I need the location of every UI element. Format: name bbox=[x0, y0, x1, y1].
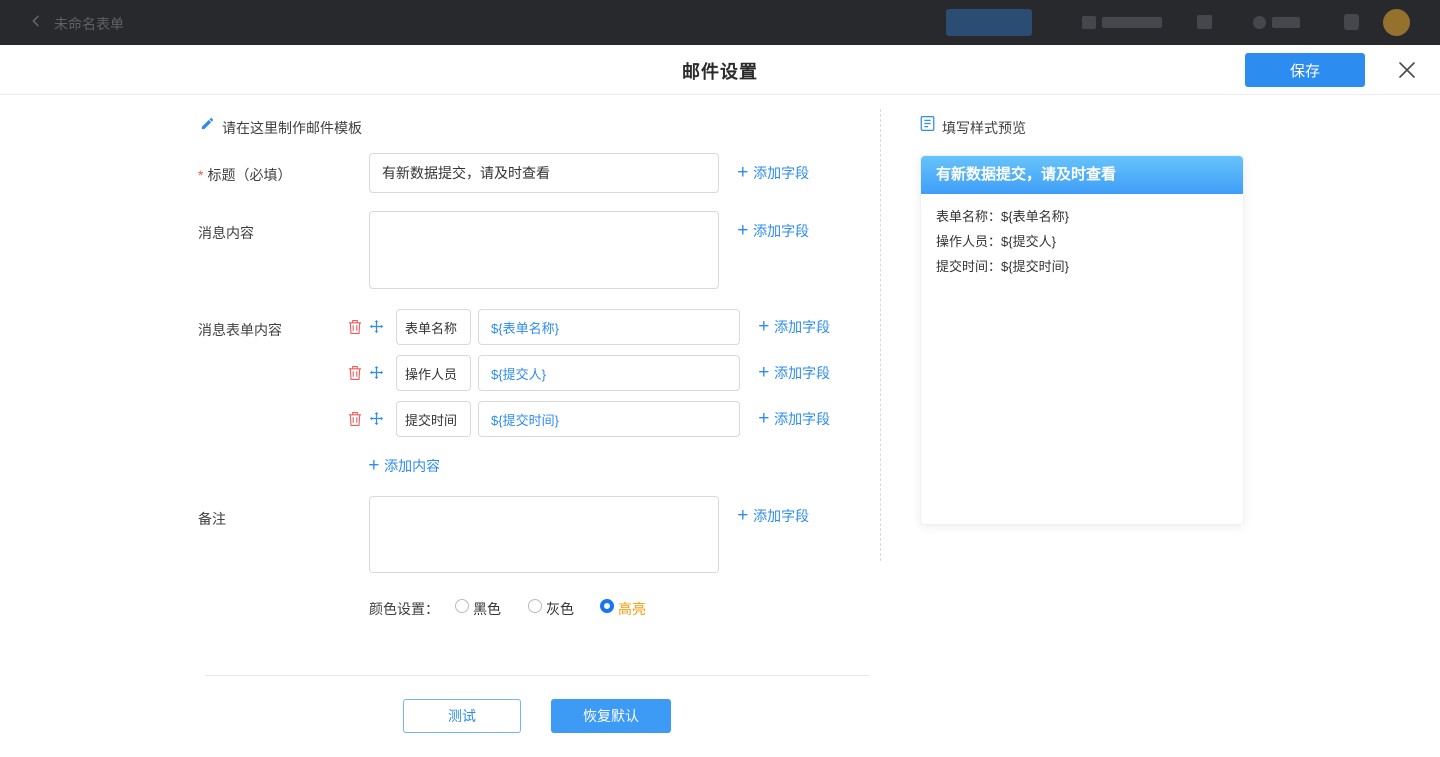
row-value-input[interactable] bbox=[478, 401, 740, 437]
preview-card-title: 有新数据提交，请及时查看 bbox=[921, 156, 1243, 194]
editor-hint: 请在这里制作邮件模板 bbox=[222, 118, 362, 138]
add-field-link[interactable]: +添加字段 bbox=[737, 506, 809, 526]
divider bbox=[205, 675, 870, 676]
title-input[interactable] bbox=[369, 153, 719, 193]
radio-gray-label[interactable]: 灰色 bbox=[546, 599, 574, 619]
form-title: 未命名表单 bbox=[54, 14, 124, 34]
preview-line: 提交时间：${提交时间} bbox=[936, 254, 1228, 279]
message-textarea[interactable] bbox=[369, 211, 719, 289]
message-field-label: 消息内容 bbox=[198, 223, 254, 243]
back-chevron-icon[interactable] bbox=[28, 13, 46, 31]
row-value-input[interactable] bbox=[478, 309, 740, 345]
form-content-label: 消息表单内容 bbox=[198, 320, 282, 340]
radio-highlight[interactable] bbox=[600, 599, 614, 613]
preview-line: 表单名称：${表单名称} bbox=[936, 204, 1228, 229]
vertical-dashed-divider bbox=[880, 109, 881, 561]
topbar-primary-button[interactable] bbox=[946, 9, 1032, 36]
menu-label-dimmed bbox=[1102, 17, 1162, 28]
topbar-menu-item[interactable] bbox=[1082, 16, 1162, 29]
menu-icon bbox=[1082, 16, 1096, 29]
preview-heading: 填写样式预览 bbox=[942, 118, 1026, 138]
plus-icon: + bbox=[737, 509, 748, 523]
move-row-icon[interactable] bbox=[369, 319, 385, 335]
help-icon bbox=[1253, 16, 1266, 29]
save-button[interactable]: 保存 bbox=[1245, 53, 1365, 87]
plus-icon: + bbox=[737, 224, 748, 238]
help-button[interactable] bbox=[1253, 16, 1300, 29]
remark-textarea[interactable] bbox=[369, 496, 719, 573]
plus-icon: + bbox=[758, 320, 769, 334]
plus-icon: + bbox=[368, 459, 379, 473]
radio-black-label[interactable]: 黑色 bbox=[473, 599, 501, 619]
plus-icon: + bbox=[737, 166, 748, 180]
plus-icon: + bbox=[758, 366, 769, 380]
title-field-label: *标题（必填） bbox=[198, 165, 291, 185]
radio-black[interactable] bbox=[455, 599, 469, 613]
close-icon[interactable] bbox=[1396, 59, 1418, 81]
add-field-link[interactable]: +添加字段 bbox=[737, 221, 809, 241]
modal-title: 邮件设置 bbox=[0, 58, 1440, 84]
topbar-icon-button[interactable] bbox=[1197, 15, 1212, 29]
avatar[interactable] bbox=[1383, 9, 1410, 36]
document-icon bbox=[920, 115, 935, 137]
preview-card-body: 表单名称：${表单名称} 操作人员：${提交人} 提交时间：${提交时间} bbox=[921, 194, 1243, 289]
add-field-link[interactable]: +添加字段 bbox=[758, 317, 830, 337]
delete-row-icon[interactable] bbox=[348, 365, 364, 381]
delete-row-icon[interactable] bbox=[348, 411, 364, 427]
pencil-icon bbox=[200, 116, 215, 136]
preview-card: 有新数据提交，请及时查看 表单名称：${表单名称} 操作人员：${提交人} 提交… bbox=[920, 155, 1244, 525]
email-settings-modal: 邮件设置 保存 请在这里制作邮件模板 *标题（必填） +添加字段 消息内容 +添… bbox=[0, 45, 1440, 757]
notification-bell-icon[interactable] bbox=[1344, 14, 1359, 30]
app-topbar: 未命名表单 bbox=[0, 0, 1440, 45]
add-field-link[interactable]: +添加字段 bbox=[758, 363, 830, 383]
delete-row-icon[interactable] bbox=[348, 319, 364, 335]
plus-icon: + bbox=[758, 412, 769, 426]
required-mark: * bbox=[198, 167, 203, 183]
restore-default-button[interactable]: 恢复默认 bbox=[551, 699, 671, 733]
row-key-input[interactable] bbox=[396, 309, 471, 345]
add-field-link[interactable]: +添加字段 bbox=[737, 163, 809, 183]
help-label-dimmed bbox=[1272, 17, 1300, 28]
color-setting-label: 颜色设置： bbox=[369, 599, 439, 619]
radio-gray[interactable] bbox=[528, 599, 542, 613]
add-content-link[interactable]: +添加内容 bbox=[368, 456, 440, 476]
remark-field-label: 备注 bbox=[198, 509, 226, 529]
row-key-input[interactable] bbox=[396, 401, 471, 437]
move-row-icon[interactable] bbox=[369, 411, 385, 427]
row-key-input[interactable] bbox=[396, 355, 471, 391]
screen: 未命名表单 邮件设置 保存 请在这里制作邮件模板 *标题（必填） +添加字段 消… bbox=[0, 0, 1440, 757]
row-value-input[interactable] bbox=[478, 355, 740, 391]
modal-header: 邮件设置 保存 bbox=[0, 45, 1440, 95]
radio-highlight-label[interactable]: 高亮 bbox=[618, 599, 646, 619]
preview-line: 操作人员：${提交人} bbox=[936, 229, 1228, 254]
move-row-icon[interactable] bbox=[369, 365, 385, 381]
test-button[interactable]: 测试 bbox=[403, 699, 521, 733]
add-field-link[interactable]: +添加字段 bbox=[758, 409, 830, 429]
